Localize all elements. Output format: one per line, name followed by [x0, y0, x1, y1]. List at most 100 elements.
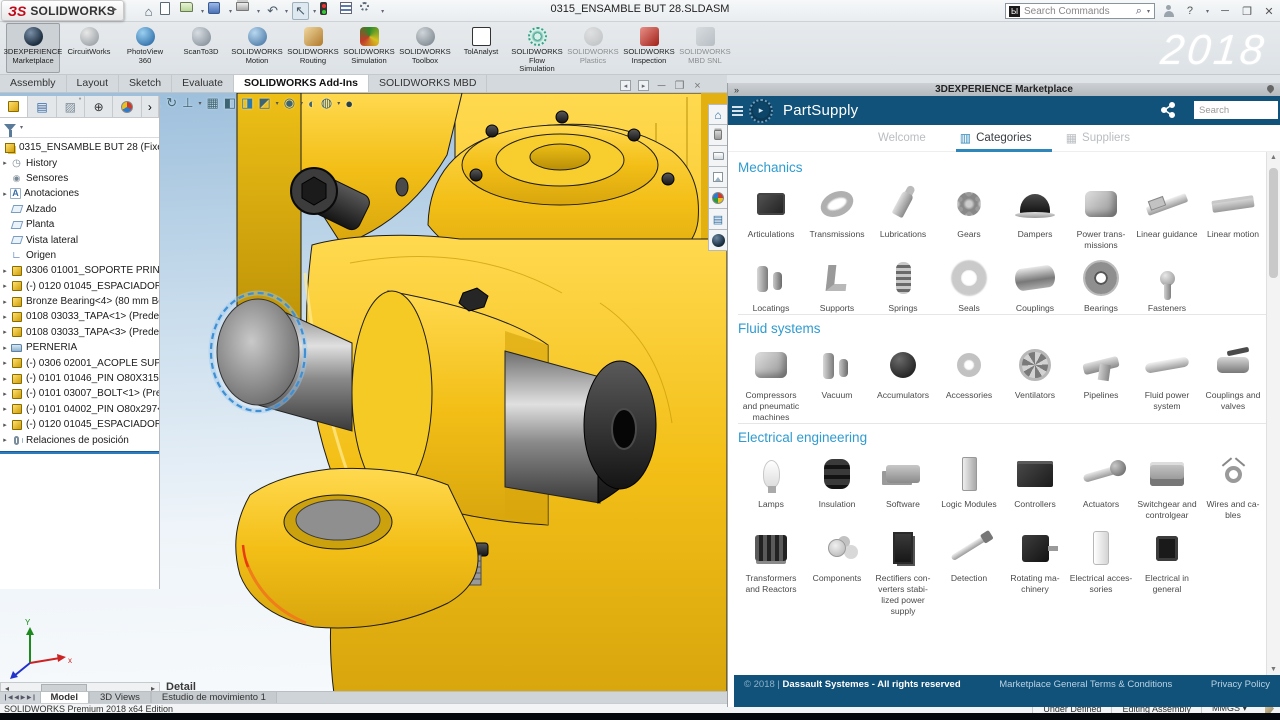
tree-item[interactable]: ▸PERNERIA	[0, 340, 159, 355]
tree-item[interactable]: ▸(-) 0101 03007_BOLT<1> (Predeterm	[0, 386, 159, 401]
dropdown-caret-icon[interactable]: ▾	[201, 8, 204, 15]
dropdown-caret-icon[interactable]: ▾	[229, 8, 232, 15]
tree-item[interactable]: ▸◷History	[0, 155, 159, 170]
category-item[interactable]: Rectifiers con- verters stabi- lized pow…	[870, 521, 936, 617]
category-item[interactable]: Accessories	[936, 338, 1002, 423]
category-item[interactable]: Gears	[936, 177, 1002, 251]
appearance-icon[interactable]: ◐	[308, 96, 316, 111]
expand-arrow-icon[interactable]: ▸	[0, 313, 10, 321]
footer-terms-link[interactable]: Marketplace General Terms & Conditions	[991, 679, 1181, 707]
dropdown-caret-icon[interactable]: ▾	[257, 8, 260, 15]
partsupply-tab-welcome[interactable]: Welcome	[878, 132, 926, 144]
ribbon-button-scanto3d[interactable]: ScanTo3D	[174, 23, 228, 73]
tree-item[interactable]: Vista lateral	[0, 232, 159, 247]
scene-icon[interactable]: ◍	[321, 95, 332, 111]
category-item[interactable]: Supports	[804, 251, 870, 314]
category-item[interactable]: Bearings	[1068, 251, 1134, 314]
select-cursor-icon[interactable]: ↖	[292, 2, 309, 20]
category-item[interactable]: Ventilators	[1002, 338, 1068, 423]
tab-solidworks-add-ins[interactable]: SOLIDWORKS Add-Ins	[234, 75, 369, 92]
ribbon-button-simulation[interactable]: SOLIDWORKS Simulation	[342, 23, 396, 73]
doc-minimize-button[interactable]: ─	[656, 80, 667, 91]
doc-close-button[interactable]: ×	[692, 80, 703, 91]
category-item[interactable]: Pipelines	[1068, 338, 1134, 423]
category-item[interactable]: Compressors and pneumatic machines	[738, 338, 804, 423]
expand-arrow-icon[interactable]: ▸	[0, 328, 10, 336]
partsupply-tab-categories[interactable]: ▥Categories	[960, 131, 1032, 145]
partsupply-search-input[interactable]: Search	[1194, 101, 1278, 119]
tree-item[interactable]: ▸(-) 0120 01045_ESPACIADOR Ø81xØ1	[0, 417, 159, 432]
category-item[interactable]: Rotating ma- chinery	[1002, 521, 1068, 617]
category-item[interactable]: Vacuum	[804, 338, 870, 423]
view-orientation-icon[interactable]: ●	[345, 96, 353, 111]
taskpane-file-explorer-icon[interactable]	[708, 146, 728, 167]
prev-window-icon[interactable]: ◂	[620, 80, 631, 91]
ribbon-button-inspection[interactable]: SOLIDWORKS Inspection	[622, 23, 676, 73]
tree-item[interactable]: ▸(-) 0101 01046_PIN O80X315<1> (Pre	[0, 371, 159, 386]
expand-arrow-icon[interactable]: ▸	[0, 267, 10, 275]
category-item[interactable]: Logic Modules	[936, 447, 1002, 521]
file-properties-icon[interactable]	[340, 2, 357, 20]
home-icon[interactable]: ⌂	[140, 2, 157, 20]
menu-flyout-arrow-icon[interactable]: ▸	[112, 4, 117, 15]
ribbon-button-photoview[interactable]: PhotoView 360	[118, 23, 172, 73]
tree-item[interactable]: Planta	[0, 217, 159, 232]
doc-tab-3d-views[interactable]: 3D Views	[89, 692, 151, 703]
open-document-icon[interactable]	[180, 2, 197, 20]
tree-item[interactable]: ◉Sensores	[0, 171, 159, 186]
category-item[interactable]: Controllers	[1002, 447, 1068, 521]
view-settings-icon[interactable]: ▦	[206, 95, 218, 111]
search-scope-icon[interactable]: Ы	[1009, 6, 1020, 17]
expand-arrow-icon[interactable]: ▸	[0, 344, 10, 352]
help-caret-icon[interactable]: ▾	[1206, 8, 1209, 15]
help-button[interactable]: ?	[1183, 5, 1197, 17]
search-commands-input[interactable]: Ы Search Commands ⌕▾	[1005, 3, 1155, 19]
ribbon-button-tolanalyst[interactable]: TolAnalyst	[454, 23, 508, 73]
dropdown-caret-icon[interactable]: ▾	[285, 8, 288, 15]
ribbon-button-circuitworks[interactable]: CircuitWorks	[62, 23, 116, 73]
category-item[interactable]: Actuators	[1068, 447, 1134, 521]
display-style-wire-icon[interactable]: ◩	[258, 95, 270, 111]
category-item[interactable]: Wires and ca- bles	[1200, 447, 1266, 521]
ribbon-button-marketplace[interactable]: 3DEXPERIENCE Marketplace	[6, 23, 60, 73]
ribbon-button-toolbox[interactable]: SOLIDWORKS Toolbox	[398, 23, 452, 73]
undo-icon[interactable]: ↶	[264, 2, 281, 20]
restore-button[interactable]: ❐	[1240, 5, 1254, 18]
search-icon[interactable]: ⌕	[1136, 5, 1142, 18]
category-item[interactable]: Software	[870, 447, 936, 521]
dropdown-caret-icon[interactable]: ▾	[313, 8, 316, 15]
category-item[interactable]: Electrical in general	[1134, 521, 1200, 617]
tree-item[interactable]: ▸(-) 0101 04002_PIN O80x297<1> (Pre	[0, 402, 159, 417]
category-item[interactable]: Insulation	[804, 447, 870, 521]
category-item[interactable]: Linear guidance	[1134, 177, 1200, 251]
display-style-shaded-icon[interactable]: ◧	[224, 95, 236, 111]
category-item[interactable]: Power trans- missions	[1068, 177, 1134, 251]
doc-restore-button[interactable]: ❐	[674, 80, 685, 91]
expand-arrow-icon[interactable]: ▸	[0, 390, 10, 398]
taskpane-appearances-icon[interactable]	[708, 188, 728, 209]
category-item[interactable]: Detection	[936, 521, 1002, 617]
tree-item[interactable]: ∟Origen	[0, 248, 159, 263]
category-item[interactable]: Switchgear and controlgear	[1134, 447, 1200, 521]
dropdown-caret-icon[interactable]: ▾	[198, 100, 201, 107]
category-item[interactable]: Locatings	[738, 251, 804, 314]
tree-item[interactable]: ▸Relaciones de posición	[0, 432, 159, 447]
category-item[interactable]: Couplings	[1002, 251, 1068, 314]
expand-arrow-icon[interactable]: ▸	[0, 159, 10, 167]
panel-splitter-handle[interactable]: ●	[70, 96, 90, 101]
category-item[interactable]: Lamps	[738, 447, 804, 521]
display-style-edges-icon[interactable]: ◨	[241, 95, 253, 111]
category-item[interactable]: Springs	[870, 251, 936, 314]
filter-caret-icon[interactable]: ▾	[20, 124, 23, 131]
dropdown-caret-icon[interactable]: ▾	[300, 100, 303, 107]
section-view-icon[interactable]: ⊥	[182, 95, 193, 111]
expand-arrow-icon[interactable]: ▸	[0, 375, 10, 383]
panel-scrollbar-thumb[interactable]	[1269, 168, 1278, 278]
ribbon-button-routing[interactable]: SOLIDWORKS Routing	[286, 23, 340, 73]
tab-layout[interactable]: Layout	[67, 75, 120, 92]
dropdown-caret-icon[interactable]: ▾	[337, 100, 340, 107]
category-item[interactable]: Transformers and Reactors	[738, 521, 804, 617]
taskpane-design-library-icon[interactable]	[708, 167, 728, 188]
category-item[interactable]: Couplings and valves	[1200, 338, 1266, 423]
new-document-icon[interactable]	[160, 2, 177, 20]
